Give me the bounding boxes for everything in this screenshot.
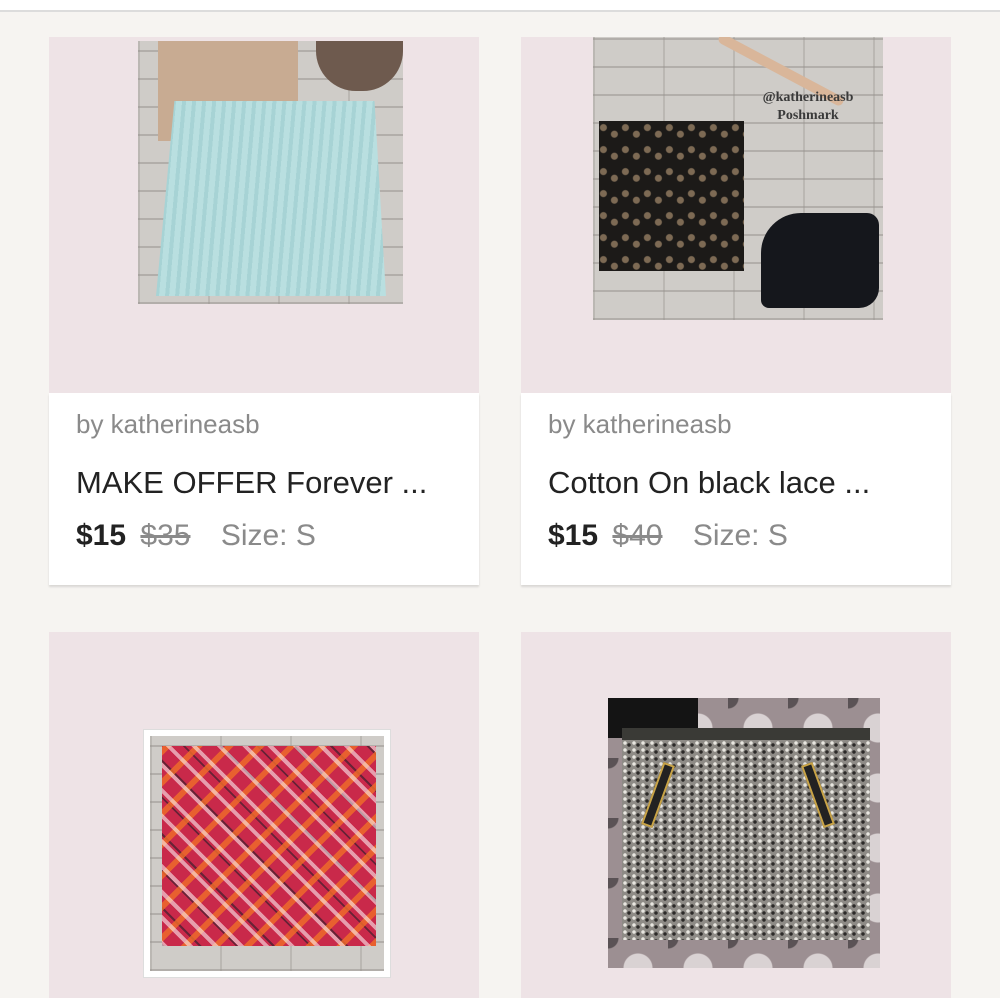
tweed-skirt xyxy=(622,728,870,940)
photo-background xyxy=(150,736,384,971)
listing-photo[interactable]: @katherineasb Poshmark xyxy=(593,37,883,320)
zipper-right xyxy=(801,761,835,829)
listing-photo[interactable] xyxy=(143,729,391,978)
seller-name[interactable]: by katherineasb xyxy=(76,409,260,440)
original-price: $40 xyxy=(612,519,663,552)
mint-pleated-skirt xyxy=(156,101,386,296)
zipper-left xyxy=(641,761,675,829)
black-heels xyxy=(761,213,879,308)
price: $15 xyxy=(76,519,127,552)
listing-card-1[interactable]: by katherineasb MAKE OFFER Forever ... $… xyxy=(49,37,479,587)
size-label: Size: S xyxy=(692,519,788,552)
aztec-print-skirt xyxy=(162,746,376,946)
listing-title[interactable]: Cotton On black lace ... xyxy=(548,465,870,501)
listing-card-2[interactable]: @katherineasb Poshmark by katherineasb C… xyxy=(521,37,951,587)
listing-image-area[interactable] xyxy=(49,632,479,998)
original-price: $35 xyxy=(140,519,191,552)
listing-image-area[interactable]: @katherineasb Poshmark xyxy=(521,37,951,393)
listing-card-3[interactable] xyxy=(49,632,479,998)
listing-image-area[interactable] xyxy=(521,632,951,998)
brown-item xyxy=(316,41,403,91)
watermark-text: @katherineasb Poshmark xyxy=(762,90,854,123)
black-lace-skirt xyxy=(599,121,744,271)
listing-photo[interactable] xyxy=(608,698,880,968)
price: $15 xyxy=(548,519,599,552)
seller-name[interactable]: by katherineasb xyxy=(548,409,732,440)
listing-photo[interactable] xyxy=(138,41,403,304)
top-bar xyxy=(0,0,1000,12)
listing-title[interactable]: MAKE OFFER Forever ... xyxy=(76,465,427,501)
listing-card-4[interactable] xyxy=(521,632,951,998)
size-label: Size: S xyxy=(220,519,316,552)
price-row: $15 $35 Size: S xyxy=(76,519,316,553)
price-row: $15 $40 Size: S xyxy=(548,519,788,553)
listing-info[interactable]: by katherineasb Cotton On black lace ...… xyxy=(521,393,951,585)
listing-info[interactable]: by katherineasb MAKE OFFER Forever ... $… xyxy=(49,393,479,585)
listing-image-area[interactable] xyxy=(49,37,479,393)
